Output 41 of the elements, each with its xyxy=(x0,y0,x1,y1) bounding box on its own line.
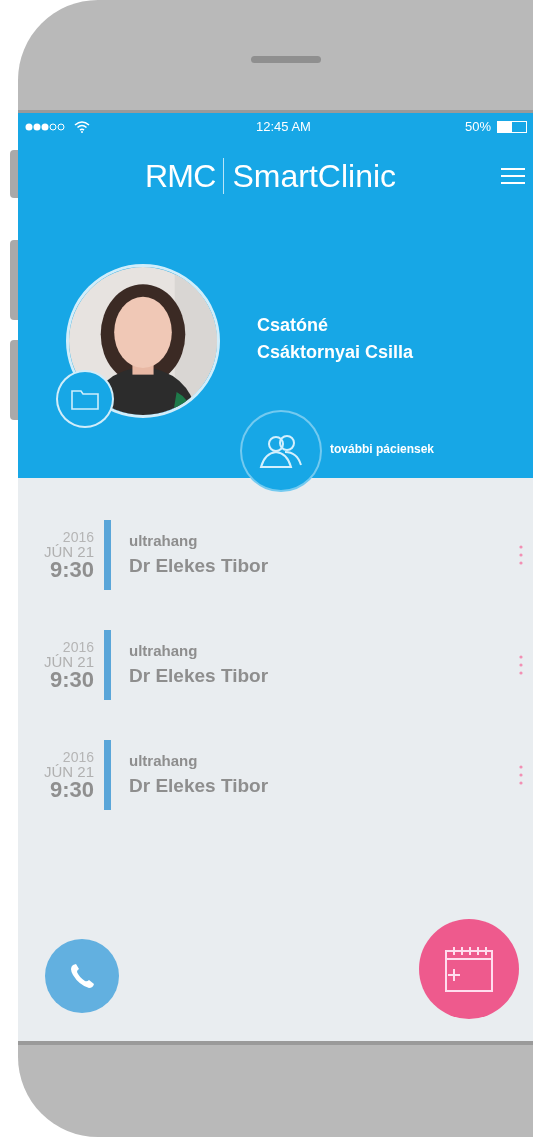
more-options-icon[interactable] xyxy=(519,544,523,566)
other-patients-link[interactable]: további páciensek xyxy=(330,440,435,458)
appointment-bar xyxy=(104,630,111,700)
doctor-name: Dr Elekes Tibor xyxy=(129,554,269,578)
logo-text: SmartClinic xyxy=(232,157,397,196)
appointment-date: JÚN 21 xyxy=(43,543,94,559)
doctor-name: Dr Elekes Tibor xyxy=(129,774,269,798)
appointment-bar xyxy=(104,520,111,590)
menu-icon[interactable] xyxy=(501,167,525,185)
status-time: 12:45 AM xyxy=(256,118,311,137)
phone-icon xyxy=(68,962,96,990)
calendar-add-icon xyxy=(444,945,494,993)
logo-mark: RMC xyxy=(144,157,216,196)
appointment-date: JÚN 21 xyxy=(43,653,94,669)
battery-icon xyxy=(497,121,527,133)
doctor-name: Dr Elekes Tibor xyxy=(129,664,269,688)
battery-percent: 50% xyxy=(464,118,491,137)
appointment-year: 2016 xyxy=(62,639,94,654)
wifi-icon xyxy=(74,121,90,133)
more-options-icon[interactable] xyxy=(519,764,523,786)
more-options-icon[interactable] xyxy=(519,654,523,676)
appointment-time: 9:30 xyxy=(49,668,94,691)
logo-divider xyxy=(223,158,225,194)
appointment-bar xyxy=(104,740,111,810)
folder-button[interactable] xyxy=(56,370,114,428)
folder-icon xyxy=(71,388,99,410)
speaker-icon xyxy=(250,55,321,63)
patient-name-line: Csatóné xyxy=(257,314,329,337)
appointment-time: 9:30 xyxy=(49,558,94,581)
appointment-row[interactable]: 2016 JÚN 21 9:30 ultrahang Dr Elekes Tibor xyxy=(18,520,533,590)
people-icon xyxy=(259,433,303,469)
appointment-type: ultrahang xyxy=(129,750,199,771)
appointment-row[interactable]: 2016 JÚN 21 9:30 ultrahang Dr Elekes Tibor xyxy=(18,740,533,810)
appointment-type: ultrahang xyxy=(129,640,199,661)
appointment-year: 2016 xyxy=(62,749,94,764)
appointment-time: 9:30 xyxy=(49,778,94,801)
appointment-year: 2016 xyxy=(62,529,94,544)
appointment-type: ultrahang xyxy=(129,530,199,551)
patient-name-line: Csáktornyai Csilla xyxy=(257,341,414,364)
appointment-date: JÚN 21 xyxy=(43,763,94,779)
appointment-row[interactable]: 2016 JÚN 21 9:30 ultrahang Dr Elekes Tibor xyxy=(18,630,533,700)
